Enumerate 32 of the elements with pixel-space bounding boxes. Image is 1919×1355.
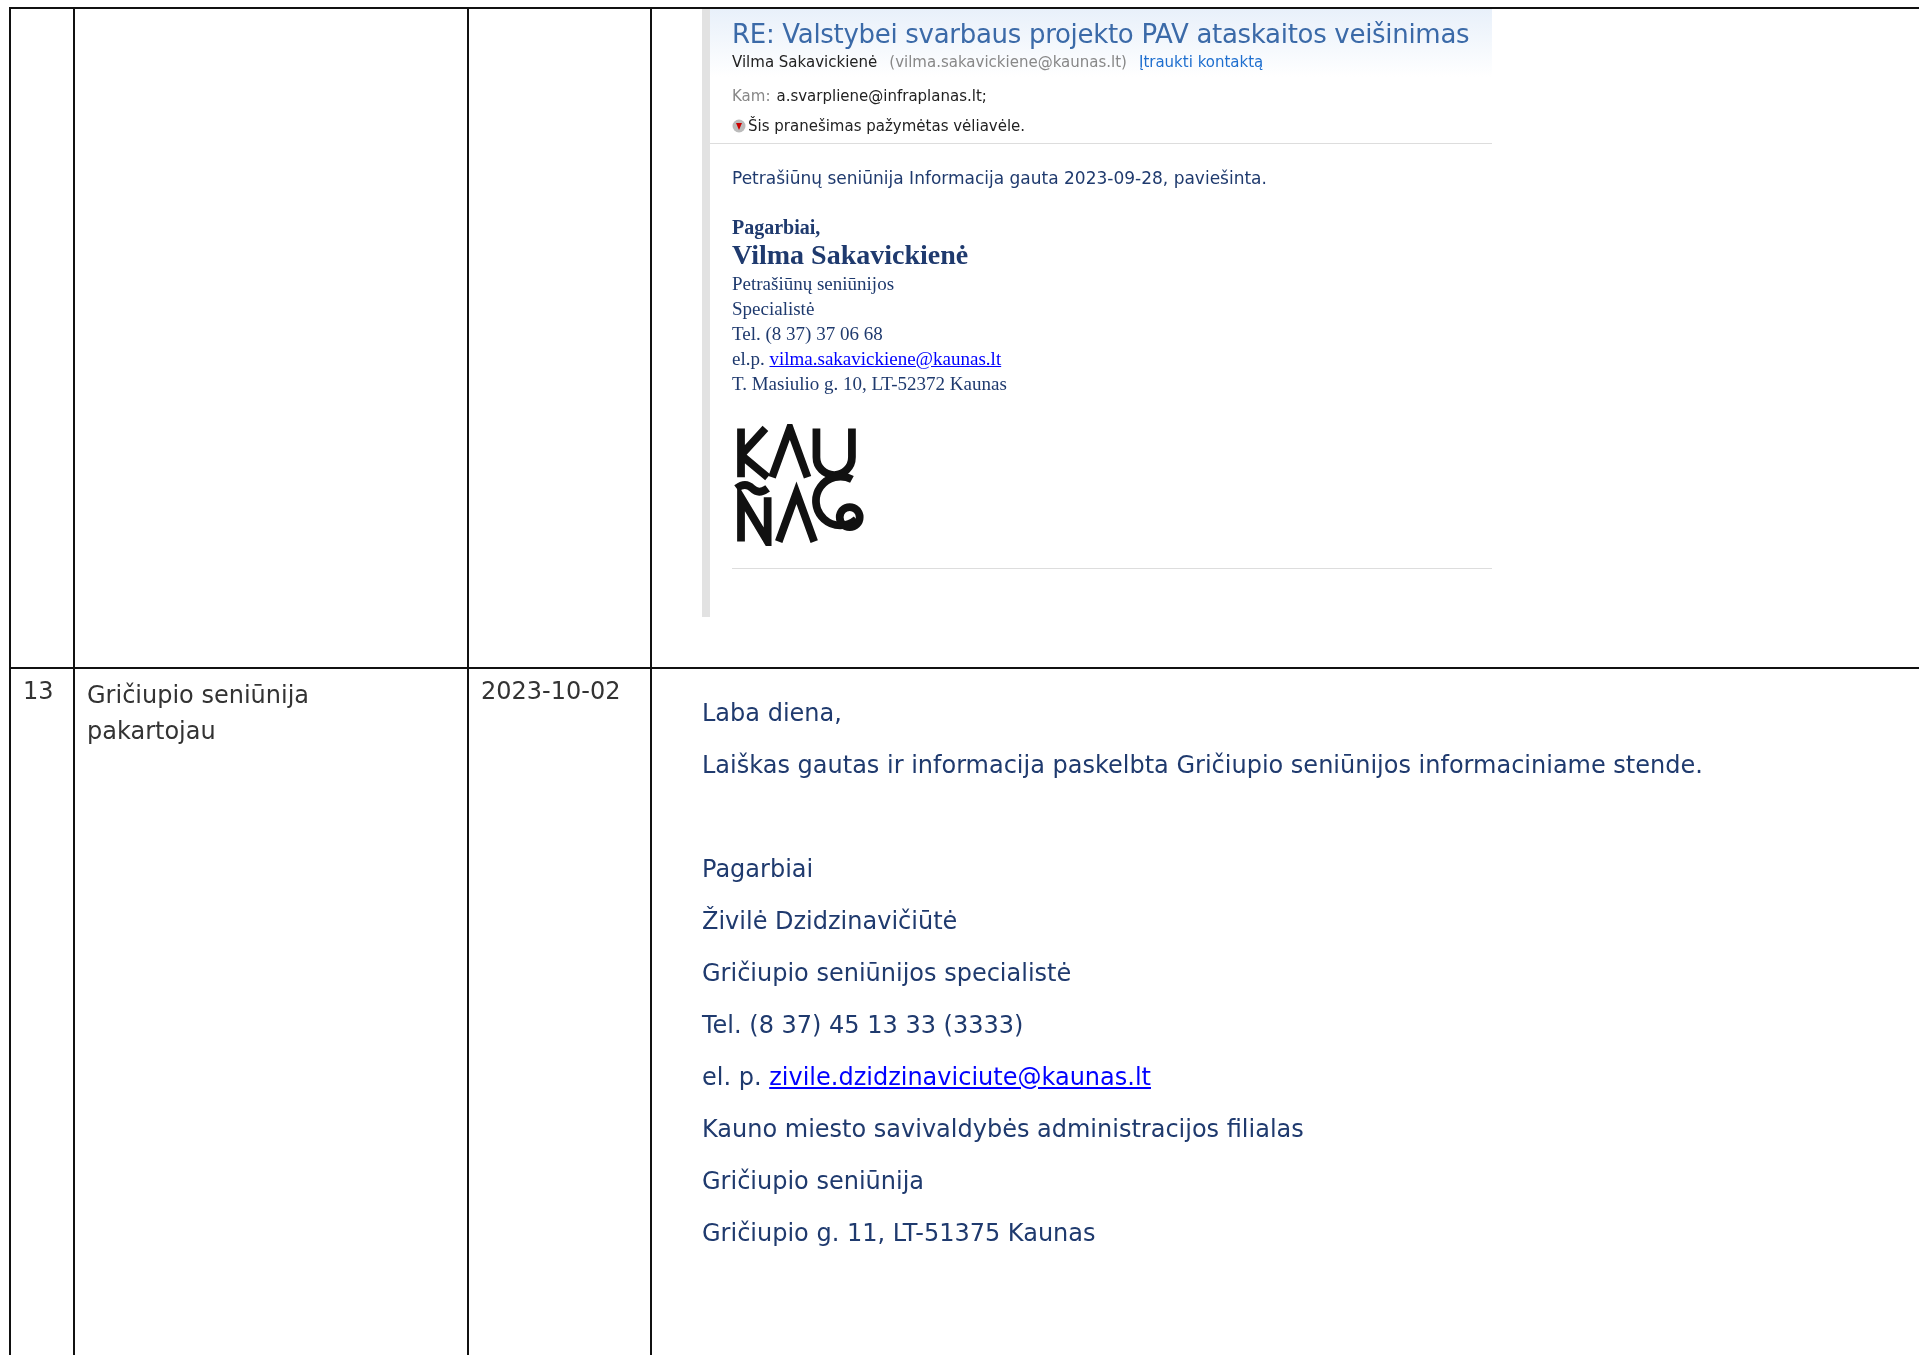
- reply-line: Živilė Dzidzinavičiūtė: [702, 905, 959, 937]
- reply-line: Gričiupio seniūnija: [702, 1166, 926, 1197]
- greeting-text: Pagarbiai,: [731, 215, 822, 239]
- reply-line: Laba diena,: [702, 698, 843, 729]
- signature-line: Tel. (8 37) 37 06 68: [731, 322, 884, 346]
- sender-name: Vilma Sakavickienė: [732, 53, 878, 71]
- reply-line: Kauno miesto savivaldybės administracijos filialas: [702, 1114, 1305, 1145]
- flag-note: Šis pranešimas pažymėtas vėliavėle.: [748, 117, 1026, 135]
- signature-line: Petrašiūnų seniūnijos: [731, 272, 896, 296]
- to-label: Kam:: [732, 87, 771, 105]
- email-link[interactable]: vilma.sakavickiene@kaunas.lt: [769, 348, 1002, 369]
- recipient-name: pakartojau: [87, 716, 217, 747]
- email-label: el. p.: [702, 1063, 762, 1091]
- recipient-address: a.svarpliene@infraplanas.lt;: [776, 87, 987, 105]
- add-contact-link[interactable]: Įtraukti kontaktą: [1138, 53, 1264, 71]
- sender-address: (vilma.sakavickiene@kaunas.lt): [889, 53, 1127, 71]
- row-number: 13: [23, 677, 54, 705]
- reply-line: Tel. (8 37) 45 13 33 (3333): [702, 1010, 1025, 1041]
- reply-line: Gričiupio g. 11, LT-51375 Kaunas: [702, 1218, 1097, 1249]
- signature-name: Vilma Sakavickienė: [731, 239, 970, 271]
- email-link[interactable]: zivile.dzidzinaviciute@kaunas.lt: [769, 1063, 1151, 1091]
- reply-line: Laiškas gautas ir informacija paskelbta Gričiupio seniūnijos informaciniame stende.: [702, 750, 1704, 781]
- signature-address: T. Masiulio g. 10, LT-52372 Kaunas: [731, 372, 1008, 396]
- email-label: el.p.: [732, 348, 765, 369]
- reply-line: Gričiupio seniūnijos specialistė: [702, 958, 1073, 989]
- recipient-name: Gričiupio seniūnija: [87, 680, 311, 711]
- reply-line: Pagarbiai: [702, 854, 815, 885]
- date-text: 2023-10-02: [481, 677, 621, 705]
- signature-line: Specialistė: [731, 297, 816, 321]
- email-subject: RE: Valstybei svarbaus projekto PAV ataskaitos veišinimas: [732, 19, 1471, 49]
- email-body-text: Petrašiūnų seniūnija Informacija gauta 2023-09-28, paviešinta.: [731, 167, 1268, 188]
- flag-icon: [732, 119, 746, 133]
